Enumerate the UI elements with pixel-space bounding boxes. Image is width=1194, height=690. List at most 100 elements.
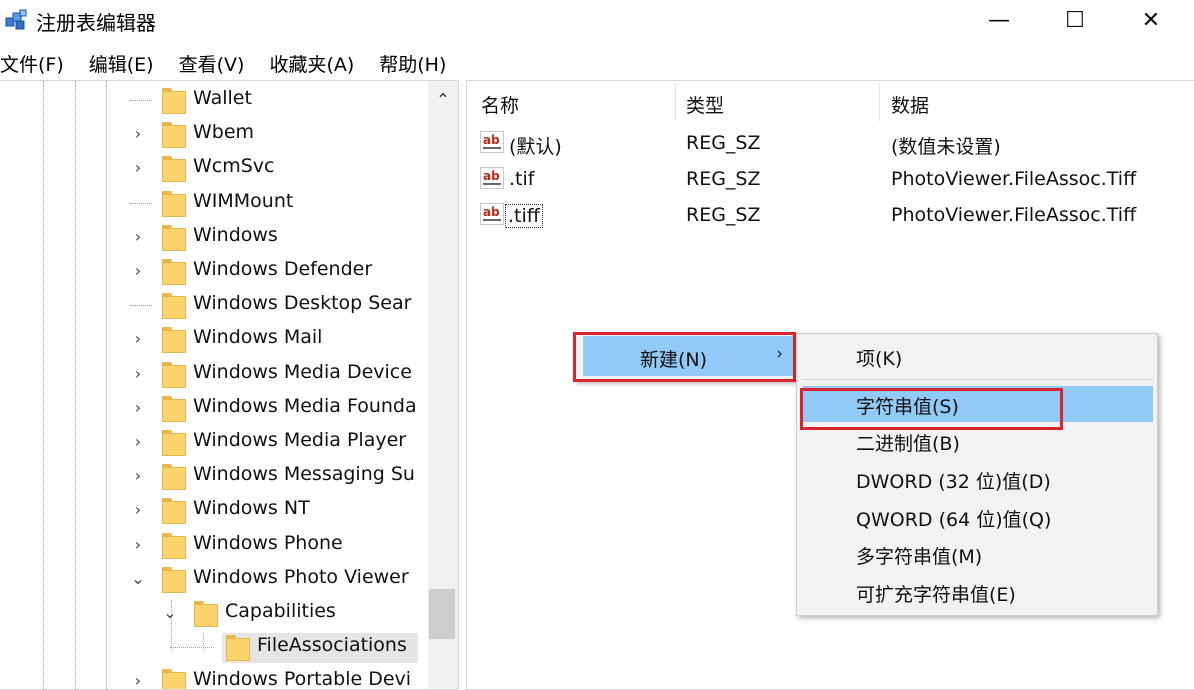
tree-item[interactable]: › WcmSvc	[0, 151, 430, 185]
submenu-item-dword-value[interactable]: DWORD (32 位)值(D)	[803, 461, 1153, 497]
chevron-right-icon[interactable]: ›	[130, 430, 146, 454]
minimize-button[interactable]: —	[960, 0, 1038, 40]
menu-view[interactable]: 查看(V)	[179, 44, 245, 78]
submenu-item-label: DWORD (32 位)值(D)	[856, 471, 1051, 493]
folder-icon	[162, 259, 186, 285]
menu-bar: 文件(F) 编辑(E) 查看(V) 收藏夹(A) 帮助(H)	[0, 44, 471, 78]
chevron-down-icon[interactable]: ⌄	[162, 601, 178, 625]
menu-file[interactable]: 文件(F)	[0, 44, 64, 78]
tree-connector	[130, 202, 152, 204]
tree-scrollbar[interactable]: ⌃	[428, 81, 458, 689]
tree-item[interactable]: › Windows	[0, 220, 430, 254]
chevron-right-icon[interactable]: ›	[130, 327, 146, 351]
folder-icon	[162, 88, 186, 114]
menu-separator	[803, 379, 1153, 380]
chevron-right-icon[interactable]: ›	[130, 396, 146, 420]
value-data: PhotoViewer.FileAssoc.Tiff	[891, 168, 1137, 190]
column-separator[interactable]	[675, 83, 676, 121]
folder-icon	[162, 293, 186, 320]
value-row[interactable]: ab .tiff REG_SZ PhotoViewer.FileAssoc.Ti…	[467, 198, 1194, 234]
submenu-item-qword-value[interactable]: QWORD (64 位)值(Q)	[803, 499, 1153, 535]
tree-item-label: Windows Photo Viewer	[193, 565, 409, 588]
tree-item[interactable]: › Windows Phone	[0, 528, 430, 562]
submenu-item-key[interactable]: 项(K)	[803, 338, 1153, 374]
submenu-item-label: QWORD (64 位)值(Q)	[856, 509, 1052, 531]
annotation-highlight-string-value	[800, 388, 1063, 430]
value-type: REG_SZ	[686, 204, 761, 226]
tree-item[interactable]: › Wbem	[0, 117, 430, 151]
tree-item[interactable]: › Windows Defender	[0, 254, 430, 288]
submenu-item-multi-string-value[interactable]: 多字符串值(M)	[803, 536, 1153, 572]
folder-icon	[162, 224, 186, 251]
registry-tree[interactable]: Wallet › Wbem › WcmSvc WIMMount › Windows › Windo…	[0, 80, 459, 690]
column-header-type[interactable]: 类型	[686, 91, 724, 118]
column-header-name[interactable]: 名称	[481, 91, 519, 118]
submenu-item-label: 可扩充字符串值(E)	[856, 584, 1016, 606]
string-value-icon: ab	[480, 167, 504, 189]
tree-item-label: Windows Portable Devi	[193, 668, 412, 690]
tree-connector	[130, 305, 152, 307]
folder-icon	[162, 464, 186, 491]
chevron-right-icon[interactable]: ›	[130, 259, 146, 283]
minimize-icon: —	[988, 7, 1010, 33]
tree-item-label: Windows Defender	[193, 258, 373, 280]
value-name: .tif	[509, 168, 535, 190]
tree-item[interactable]: ⌄ Capabilities	[0, 596, 430, 630]
tree-item-label: Capabilities	[225, 600, 336, 622]
chevron-right-icon[interactable]: ›	[130, 362, 146, 386]
tree-item[interactable]: WIMMount	[0, 186, 430, 220]
tree-item-label: WcmSvc	[193, 155, 275, 178]
menu-favorites[interactable]: 收藏夹(A)	[269, 44, 354, 78]
tree-item-label: Windows Desktop Sear	[193, 292, 412, 315]
folder-icon	[162, 395, 186, 422]
tree-item[interactable]: FileAssociations	[0, 630, 430, 664]
scroll-up-icon[interactable]: ⌃	[428, 85, 458, 115]
tree-item[interactable]: › Windows Messaging Su	[0, 459, 430, 493]
tree-item-label: FileAssociations	[257, 634, 407, 657]
tree-item[interactable]: › Windows Portable Devi	[0, 664, 430, 690]
submenu-item-expandable-string-value[interactable]: 可扩充字符串值(E)	[803, 574, 1153, 610]
tree-item[interactable]: › Windows Media Player	[0, 425, 430, 459]
folder-icon	[162, 190, 186, 217]
folder-icon	[226, 635, 250, 662]
folder-icon	[162, 156, 186, 183]
chevron-right-icon[interactable]: ›	[130, 533, 146, 557]
chevron-right-icon[interactable]: ›	[130, 156, 146, 180]
chevron-right-icon[interactable]: ›	[130, 225, 146, 249]
folder-icon	[162, 669, 186, 689]
tree-item[interactable]: › Windows Media Device	[0, 357, 430, 391]
maximize-icon: ☐	[1065, 7, 1085, 33]
value-type: REG_SZ	[686, 168, 761, 190]
registry-editor-icon	[5, 9, 27, 30]
column-header-data[interactable]: 数据	[891, 91, 929, 118]
folder-icon	[162, 361, 186, 388]
string-value-icon: ab	[480, 203, 504, 225]
close-button[interactable]: ✕	[1112, 0, 1190, 40]
maximize-button[interactable]: ☐	[1036, 0, 1114, 40]
menu-edit[interactable]: 编辑(E)	[89, 44, 154, 78]
menu-help[interactable]: 帮助(H)	[379, 44, 446, 78]
tree-item[interactable]: › Windows NT	[0, 493, 430, 527]
value-name: (默认)	[509, 136, 562, 158]
tree-item-label: Windows Media Device	[193, 360, 412, 383]
submenu-item-label: 多字符串值(M)	[856, 546, 983, 568]
column-separator[interactable]	[879, 83, 880, 121]
value-row[interactable]: ab .tif REG_SZ PhotoViewer.FileAssoc.Tif…	[467, 162, 1194, 198]
submenu-item-label: 项(K)	[856, 348, 903, 370]
tree-item-label: Windows Media Player	[193, 429, 407, 451]
chevron-down-icon[interactable]: ⌄	[130, 567, 146, 591]
value-row[interactable]: ab (默认) REG_SZ (数值未设置)	[467, 126, 1194, 162]
string-value-icon: ab	[480, 131, 504, 153]
window-title: 注册表编辑器	[36, 11, 156, 35]
tree-item[interactable]: ⌄ Windows Photo Viewer	[0, 562, 430, 596]
chevron-right-icon[interactable]: ›	[130, 498, 146, 522]
tree-item-label: Windows Messaging Su	[193, 463, 415, 486]
chevron-right-icon[interactable]: ›	[130, 122, 146, 146]
tree-item[interactable]: Windows Desktop Sear	[0, 288, 430, 322]
scrollbar-thumb[interactable]	[429, 589, 455, 639]
chevron-right-icon[interactable]: ›	[130, 464, 146, 488]
tree-item[interactable]: › Windows Media Founda	[0, 391, 430, 425]
tree-item[interactable]: › Windows Mail	[0, 322, 430, 356]
tree-item[interactable]: Wallet	[0, 83, 430, 117]
chevron-right-icon[interactable]: ›	[130, 669, 146, 689]
